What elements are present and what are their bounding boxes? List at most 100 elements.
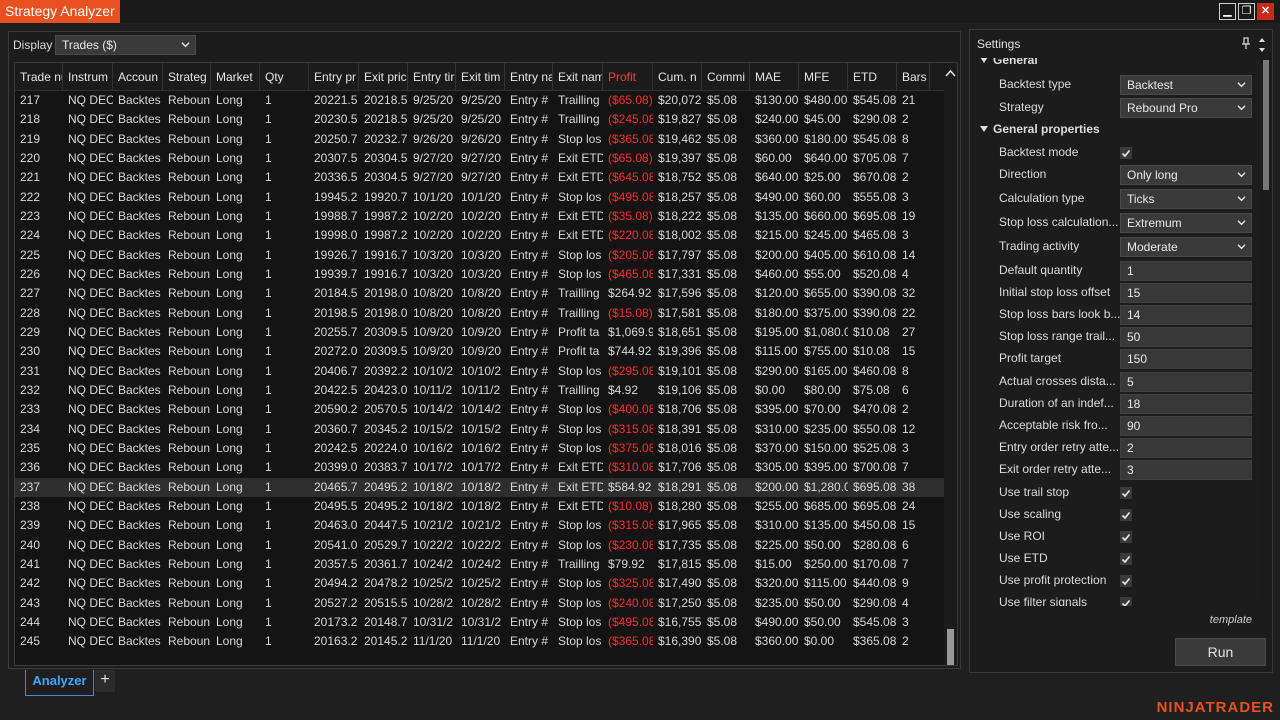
scroll-thumb[interactable] — [947, 629, 954, 665]
table-row[interactable]: 234 NQ DEC Backtes Reboun Long 1 20360.7 20345.… — [15, 420, 945, 439]
table-row[interactable]: 221 NQ DEC Backtes Reboun Long 1 20336.5 20304.… — [15, 168, 945, 187]
settings-checkbox[interactable] — [1120, 553, 1132, 565]
settings-input[interactable]: 90 — [1120, 416, 1252, 436]
table-row[interactable]: 236 NQ DEC Backtes Reboun Long 1 20399.0 20383.… — [15, 458, 945, 477]
table-row[interactable]: 219 NQ DEC Backtes Reboun Long 1 20250.7 20232.… — [15, 130, 945, 149]
table-row[interactable]: 217 NQ DEC Backtes Reboun Long 1 20221.5 20218.… — [15, 91, 945, 110]
table-cell: 10/11/2 — [461, 382, 501, 397]
settings-dropdown[interactable]: Extremum — [1120, 213, 1252, 233]
table-cell: Long — [216, 498, 243, 513]
settings-input[interactable]: 1 — [1120, 261, 1252, 281]
column-header[interactable]: MFE — [799, 63, 848, 91]
table-row[interactable]: 220 NQ DEC Backtes Reboun Long 1 20307.5 20304.… — [15, 149, 945, 168]
settings-property: Default quantity 1 — [970, 261, 1260, 281]
table-row[interactable]: 235 NQ DEC Backtes Reboun Long 1 20242.5 20224.… — [15, 439, 945, 458]
table-row[interactable]: 242 NQ DEC Backtes Reboun Long 1 20494.2 20478.… — [15, 574, 945, 593]
settings-input[interactable]: 2 — [1120, 438, 1252, 458]
column-header[interactable]: Exit nam — [553, 63, 603, 91]
table-row[interactable]: 239 NQ DEC Backtes Reboun Long 1 20463.0 20447.… — [15, 516, 945, 535]
settings-input[interactable]: 18 — [1120, 394, 1252, 414]
add-tab-button[interactable]: + — [95, 670, 115, 692]
table-row[interactable]: 240 NQ DEC Backtes Reboun Long 1 20541.0 20529.… — [15, 536, 945, 555]
settings-checkbox[interactable] — [1120, 531, 1132, 543]
settings-checkbox[interactable] — [1120, 597, 1132, 606]
table-row[interactable]: 232 NQ DEC Backtes Reboun Long 1 20422.5 20423.… — [15, 381, 945, 400]
column-header[interactable]: Instrum — [63, 63, 113, 91]
table-row[interactable]: 226 NQ DEC Backtes Reboun Long 1 19939.7 19916.… — [15, 265, 945, 284]
scroll-up-icon[interactable] — [945, 69, 956, 77]
settings-input[interactable]: 150 — [1120, 349, 1252, 369]
settings-checkbox[interactable] — [1120, 147, 1132, 159]
settings-checkbox[interactable] — [1120, 487, 1132, 499]
table-row[interactable]: 237 NQ DEC Backtes Reboun Long 1 20465.7 20495.… — [15, 477, 945, 497]
table-cell: 245 — [20, 634, 41, 649]
table-row[interactable]: 231 NQ DEC Backtes Reboun Long 1 20406.7 20392.… — [15, 362, 945, 381]
minimize-button[interactable]: ▁ — [1219, 3, 1236, 20]
table-row[interactable]: 228 NQ DEC Backtes Reboun Long 1 20198.5 20198.… — [15, 304, 945, 323]
table-row[interactable]: 243 NQ DEC Backtes Reboun Long 1 20527.2 20515.… — [15, 594, 945, 613]
column-header[interactable]: Entry tir — [408, 63, 456, 91]
table-cell: 20570.5 — [364, 402, 408, 417]
restore-button[interactable]: ❐ — [1238, 3, 1255, 20]
panel-scroll-arrows-icon[interactable] — [1258, 35, 1266, 55]
display-dropdown[interactable]: Trades ($) — [55, 35, 196, 55]
column-header[interactable]: Strateg — [163, 63, 211, 91]
table-row[interactable]: 227 NQ DEC Backtes Reboun Long 1 20184.5 20198.… — [15, 284, 945, 303]
table-cell: $670.08 — [853, 170, 897, 185]
settings-checkbox[interactable] — [1120, 575, 1132, 587]
settings-input[interactable]: 50 — [1120, 327, 1252, 347]
table-row[interactable]: 238 NQ DEC Backtes Reboun Long 1 20495.5 20495.… — [15, 497, 945, 516]
table-cell: Profit ta — [558, 324, 600, 339]
column-header[interactable]: Commi — [702, 63, 750, 91]
table-row[interactable]: 241 NQ DEC Backtes Reboun Long 1 20357.5 20361.… — [15, 555, 945, 574]
settings-dropdown[interactable]: Ticks — [1120, 189, 1252, 209]
settings-input[interactable]: 5 — [1120, 372, 1252, 392]
table-row[interactable]: 218 NQ DEC Backtes Reboun Long 1 20230.5 20218.… — [15, 110, 945, 129]
column-header[interactable]: Bars — [897, 63, 930, 91]
template-link[interactable]: template — [1210, 614, 1252, 626]
column-header[interactable]: Accoun — [113, 63, 163, 91]
table-row[interactable]: 229 NQ DEC Backtes Reboun Long 1 20255.7 20309.… — [15, 323, 945, 342]
table-row[interactable]: 233 NQ DEC Backtes Reboun Long 1 20590.2 20570.… — [15, 400, 945, 419]
column-header[interactable]: Entry pr — [309, 63, 359, 91]
settings-scroll-thumb[interactable] — [1263, 60, 1269, 190]
table-row[interactable]: 223 NQ DEC Backtes Reboun Long 1 19988.7 19987.… — [15, 207, 945, 226]
table-cell: 11/1/20 — [461, 634, 501, 649]
column-header[interactable]: Exit tim — [456, 63, 505, 91]
table-row[interactable]: 244 NQ DEC Backtes Reboun Long 1 20173.2 20148.… — [15, 613, 945, 632]
settings-checkbox[interactable] — [1120, 509, 1132, 521]
column-header[interactable]: Entry na — [505, 63, 553, 91]
caret-down-icon[interactable] — [980, 125, 988, 133]
settings-category[interactable]: General — [970, 58, 1260, 71]
column-header[interactable]: Profit — [603, 63, 653, 91]
table-row[interactable]: 222 NQ DEC Backtes Reboun Long 1 19945.2 19920.… — [15, 188, 945, 207]
table-row[interactable]: 224 NQ DEC Backtes Reboun Long 1 19998.0 19987.… — [15, 226, 945, 245]
settings-dropdown[interactable]: Moderate — [1120, 237, 1252, 257]
close-button[interactable]: ✕ — [1257, 3, 1274, 20]
pin-icon[interactable] — [1242, 37, 1250, 49]
run-button[interactable]: Run — [1175, 638, 1266, 666]
settings-dropdown[interactable]: Rebound Pro — [1120, 98, 1252, 118]
table-cell: 1 — [265, 228, 272, 243]
settings-input[interactable]: 15 — [1120, 283, 1252, 303]
column-header[interactable]: Exit pric — [359, 63, 408, 91]
table-row[interactable]: 230 NQ DEC Backtes Reboun Long 1 20272.0 20309.… — [15, 342, 945, 361]
table-row[interactable]: 225 NQ DEC Backtes Reboun Long 1 19926.7 19916.… — [15, 246, 945, 265]
table-row[interactable]: 245 NQ DEC Backtes Reboun Long 1 20163.2 20145.… — [15, 632, 945, 651]
column-header[interactable]: Cum. n — [653, 63, 702, 91]
grid-scrollbar[interactable] — [944, 63, 957, 665]
settings-input[interactable]: 14 — [1120, 305, 1252, 325]
column-header[interactable]: Trade nu — [15, 63, 63, 91]
caret-down-icon[interactable] — [980, 58, 988, 64]
settings-category[interactable]: General properties — [970, 120, 1260, 140]
column-header[interactable]: ETD — [848, 63, 897, 91]
column-header[interactable]: Market — [211, 63, 260, 91]
settings-scrollbar[interactable] — [1260, 58, 1272, 606]
tab-analyzer[interactable]: Analyzer — [25, 670, 94, 696]
settings-dropdown[interactable]: Backtest — [1120, 75, 1252, 95]
settings-input[interactable]: 3 — [1120, 460, 1252, 480]
table-cell: 1 — [265, 576, 272, 591]
column-header[interactable]: Qty — [260, 63, 309, 91]
settings-dropdown[interactable]: Only long — [1120, 165, 1252, 185]
column-header[interactable]: MAE — [750, 63, 799, 91]
